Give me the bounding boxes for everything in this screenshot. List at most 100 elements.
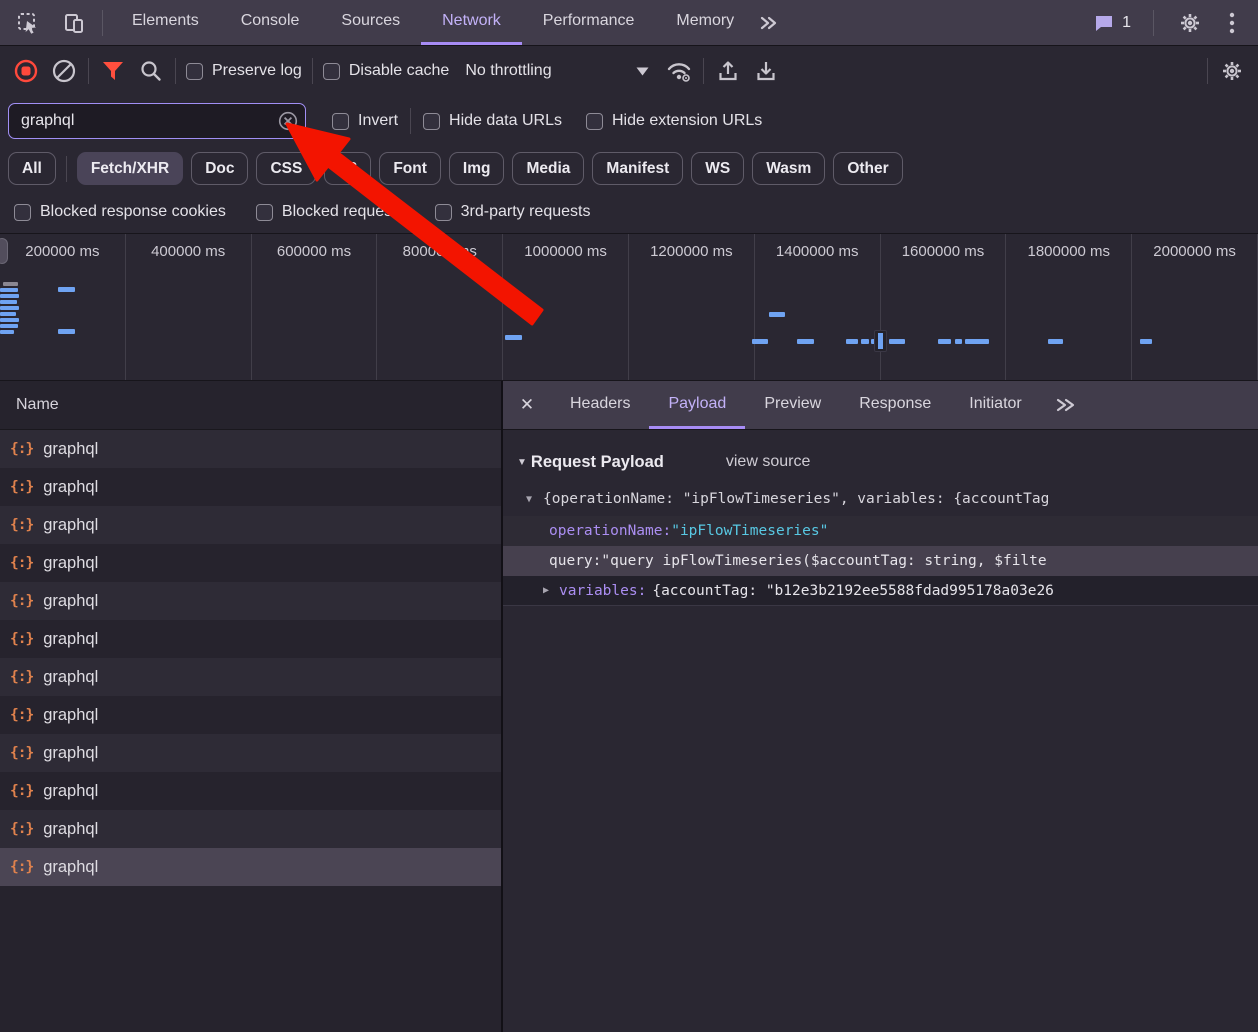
filter-chip-css[interactable]: CSS [256, 152, 316, 185]
divider [1153, 10, 1154, 36]
hide-data-urls-checkbox[interactable]: Hide data URLs [423, 112, 562, 130]
request-row[interactable]: {:}graphql [0, 506, 501, 544]
view-source-link[interactable]: view source [726, 453, 810, 471]
tab-payload[interactable]: Payload [649, 381, 745, 429]
blocked-requests-checkbox[interactable]: Blocked requests [256, 203, 405, 221]
payload-root-row[interactable]: ▼ {operationName: "ipFlowTimeseries", va… [503, 482, 1258, 516]
inspect-element-icon[interactable] [14, 9, 42, 37]
tab-elements[interactable]: Elements [111, 0, 220, 45]
invert-label: Invert [358, 112, 398, 130]
blocked-response-cookies-label: Blocked response cookies [40, 203, 226, 221]
settings-gear-icon[interactable] [1176, 9, 1204, 37]
disable-cache-checkbox[interactable]: Disable cache [323, 62, 450, 80]
disclosure-closed-icon[interactable]: ▶ [543, 585, 549, 596]
more-detail-tabs-icon[interactable] [1041, 381, 1091, 429]
device-toolbar-icon[interactable] [60, 9, 88, 37]
filter-input[interactable] [8, 103, 306, 139]
invert-checkbox[interactable]: Invert [332, 112, 398, 130]
request-row[interactable]: {:}graphql [0, 582, 501, 620]
filter-chip-other[interactable]: Other [833, 152, 902, 185]
request-bar [965, 339, 989, 344]
request-row[interactable]: {:}graphql [0, 544, 501, 582]
filter-chip-all[interactable]: All [8, 152, 56, 185]
tab-network[interactable]: Network [421, 0, 522, 45]
request-name: graphql [43, 706, 98, 725]
filter-chip-fetch-xhr[interactable]: Fetch/XHR [77, 152, 183, 185]
filter-icon[interactable] [99, 57, 127, 85]
divider [66, 156, 67, 182]
blocked-response-cookies-checkbox[interactable]: Blocked response cookies [14, 203, 226, 221]
request-row[interactable]: {:}graphql [0, 658, 501, 696]
request-name: graphql [43, 820, 98, 839]
checkbox[interactable] [332, 113, 349, 130]
request-bar [846, 339, 858, 344]
request-bar [889, 339, 905, 344]
tab-sources[interactable]: Sources [320, 0, 421, 45]
request-bar [58, 287, 75, 292]
checkbox[interactable] [423, 113, 440, 130]
export-har-icon[interactable] [752, 57, 780, 85]
more-options-icon[interactable] [1218, 9, 1246, 37]
search-icon[interactable] [137, 57, 165, 85]
network-settings-gear-icon[interactable] [1218, 57, 1246, 85]
third-party-requests-checkbox[interactable]: 3rd-party requests [435, 203, 591, 221]
filter-chip-ws[interactable]: WS [691, 152, 744, 185]
more-tabs-icon[interactable] [755, 9, 783, 37]
tab-headers[interactable]: Headers [551, 381, 649, 429]
filter-chip-js[interactable]: JS [324, 152, 371, 185]
request-row[interactable]: {:}graphql [0, 810, 501, 848]
payload-query-row-highlighted[interactable]: query: "query ipFlowTimeseries($accountT… [503, 546, 1258, 576]
clear-filter-icon[interactable] [278, 111, 298, 131]
request-bar [505, 335, 522, 340]
close-details-icon[interactable]: ✕ [503, 381, 551, 429]
import-har-icon[interactable] [714, 57, 742, 85]
checkbox[interactable] [435, 204, 452, 221]
disclosure-open-icon[interactable]: ▼ [517, 457, 527, 468]
tab-memory[interactable]: Memory [655, 0, 755, 45]
tab-performance[interactable]: Performance [522, 0, 656, 45]
clear-network-log-icon[interactable] [50, 57, 78, 85]
filter-chip-doc[interactable]: Doc [191, 152, 248, 185]
record-network-log-icon[interactable] [12, 57, 40, 85]
request-bar [58, 329, 75, 334]
request-type-chips: All Fetch/XHR Doc CSS JS Font Img Media … [0, 146, 1258, 191]
network-overview-timeline[interactable]: 200000 ms 400000 ms 600000 ms 800000 ms … [0, 233, 1258, 381]
request-row[interactable]: {:} graphql [0, 734, 501, 772]
request-row[interactable]: {:}graphql [0, 772, 501, 810]
tab-initiator[interactable]: Initiator [950, 381, 1040, 429]
divider [175, 58, 176, 84]
issues-counter[interactable]: 1 [1093, 12, 1131, 34]
fetch-json-icon: {:} [10, 479, 33, 495]
name-column-header[interactable]: Name [0, 381, 501, 430]
request-row[interactable]: {:}graphql [0, 696, 501, 734]
request-row[interactable]: {:}graphql [0, 620, 501, 658]
checkbox[interactable] [14, 204, 31, 221]
filter-chip-font[interactable]: Font [379, 152, 441, 185]
network-conditions-icon[interactable] [665, 57, 693, 85]
request-row[interactable]: {:}graphql [0, 468, 501, 506]
filter-chip-media[interactable]: Media [512, 152, 584, 185]
issues-bubble-icon [1093, 12, 1115, 34]
throttling-select[interactable]: No throttling [459, 62, 655, 80]
payload-variables-row[interactable]: ▶ variables: {accountTag: "b12e3b2192ee5… [503, 576, 1258, 606]
request-row-selected[interactable]: {:}graphql [0, 848, 501, 886]
tab-preview[interactable]: Preview [745, 381, 840, 429]
disclosure-open-icon[interactable]: ▼ [526, 494, 532, 505]
fetch-json-icon: {:} [10, 745, 33, 761]
filter-chip-img[interactable]: Img [449, 152, 505, 185]
filter-chip-manifest[interactable]: Manifest [592, 152, 683, 185]
request-payload-section[interactable]: ▼ Request Payload view source [503, 442, 1258, 482]
checkbox[interactable] [256, 204, 273, 221]
checkbox[interactable] [586, 113, 603, 130]
request-row[interactable]: {:}graphql [0, 430, 501, 468]
request-name: graphql [43, 744, 98, 763]
hide-extension-urls-checkbox[interactable]: Hide extension URLs [586, 112, 762, 130]
preserve-log-checkbox[interactable]: Preserve log [186, 62, 302, 80]
checkbox[interactable] [186, 63, 203, 80]
checkbox[interactable] [323, 63, 340, 80]
payload-operation-row[interactable]: operationName: "ipFlowTimeseries" [503, 516, 1258, 546]
filter-chip-wasm[interactable]: Wasm [752, 152, 825, 185]
tab-response[interactable]: Response [840, 381, 950, 429]
timeline-scroll-handle[interactable] [0, 238, 8, 264]
tab-console[interactable]: Console [220, 0, 321, 45]
